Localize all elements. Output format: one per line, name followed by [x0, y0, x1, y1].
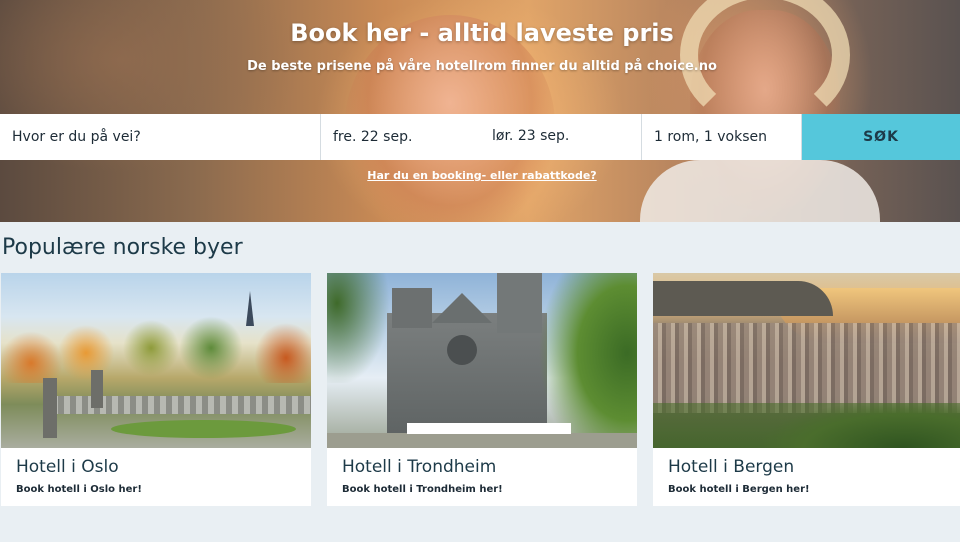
section-title: Populære norske byer: [2, 235, 243, 260]
trondheim-ground: [327, 433, 637, 448]
card-title[interactable]: Hotell i Trondheim: [342, 457, 496, 477]
card-title[interactable]: Hotell i Bergen: [668, 457, 794, 477]
hero-title: Book her - alltid laveste pris: [290, 19, 674, 47]
booking-code-link[interactable]: Har du en booking- eller rabattkode?: [0, 169, 960, 182]
oslo-pillar: [43, 378, 57, 438]
hero-subtitle: De beste prisene på våre hotellrom finne…: [247, 59, 717, 74]
trondheim-gable: [432, 293, 492, 323]
oslo-trees: [1, 308, 311, 383]
hero-banner: Book her - alltid laveste pris De beste …: [0, 0, 960, 222]
oslo-lawn: [111, 420, 296, 438]
rooms-guests-selector[interactable]: 1 rom, 1 voksen: [642, 114, 802, 160]
trondheim-rose-window: [447, 335, 477, 365]
city-card-oslo[interactable]: Hotell i Oslo Book hotell i Oslo her!: [1, 273, 311, 506]
card-link[interactable]: Book hotell i Trondheim her!: [342, 484, 503, 495]
bergen-hillside: [653, 403, 960, 448]
checkin-date[interactable]: fre. 22 sep.: [333, 129, 412, 145]
city-card-bergen[interactable]: Hotell i Bergen Book hotell i Bergen her…: [653, 273, 960, 506]
city-card-trondheim[interactable]: Hotell i Trondheim Book hotell i Trondhe…: [327, 273, 637, 506]
trondheim-tower: [392, 288, 432, 328]
search-button[interactable]: SØK: [802, 114, 960, 160]
destination-input[interactable]: Hvor er du på vei?: [0, 114, 321, 160]
bergen-mountain: [653, 281, 833, 316]
bergen-photo: [653, 273, 960, 448]
search-bar: Hvor er du på vei? fre. 22 sep. lør. 23 …: [0, 114, 960, 160]
image-overlay-bar: [407, 423, 571, 434]
checkout-date[interactable]: lør. 23 sep.: [492, 128, 569, 144]
oslo-balustrade: [46, 396, 311, 414]
card-link[interactable]: Book hotell i Oslo her!: [16, 484, 142, 495]
oslo-pillar: [91, 370, 103, 408]
trondheim-photo: [327, 273, 637, 448]
oslo-photo: [1, 273, 311, 448]
trondheim-tree: [532, 273, 637, 448]
oslo-church-spire: [246, 291, 254, 326]
card-link[interactable]: Book hotell i Bergen her!: [668, 484, 810, 495]
date-range-picker[interactable]: fre. 22 sep. lør. 23 sep.: [321, 114, 642, 160]
bergen-city: [653, 323, 960, 413]
card-title[interactable]: Hotell i Oslo: [16, 457, 119, 477]
